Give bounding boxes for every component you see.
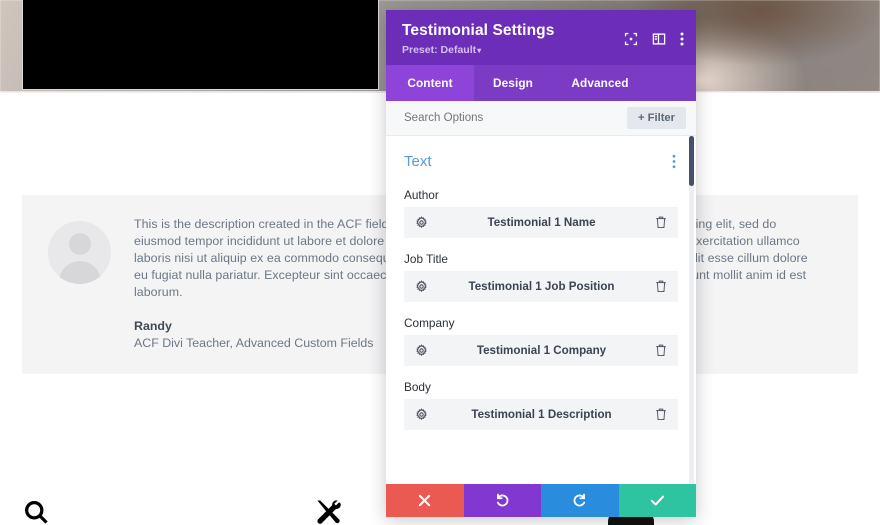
trash-icon[interactable] — [655, 344, 667, 357]
modal-body: Text Author Testimonial 1 Name Job Title… — [386, 136, 696, 484]
avatar — [48, 221, 111, 284]
testimonial-author-role: ACF Divi Teacher, Advanced Custom Fields — [134, 336, 374, 350]
chevron-down-icon: ▾ — [477, 46, 482, 55]
preset-label: Preset: Default — [402, 44, 477, 56]
tab-advanced[interactable]: Advanced — [552, 65, 648, 101]
undo-button[interactable] — [463, 484, 541, 517]
save-button[interactable] — [618, 484, 696, 517]
section-header-text: Text — [404, 136, 678, 174]
scrollbar-thumb[interactable] — [689, 136, 694, 186]
field-row-author[interactable]: Testimonial 1 Name — [404, 207, 678, 238]
search-options-row: + Filter — [386, 101, 696, 136]
trash-icon[interactable] — [655, 280, 667, 293]
testimonial-settings-modal: Testimonial Settings Preset: Default▾ Co… — [386, 10, 696, 517]
section-title: Text — [404, 153, 432, 170]
search-icon[interactable] — [22, 498, 50, 525]
user-placeholder-body-icon — [58, 261, 101, 284]
tab-content[interactable]: Content — [386, 65, 474, 101]
user-placeholder-icon — [68, 233, 91, 255]
field-value-body: Testimonial 1 Description — [471, 408, 612, 421]
field-row-job-title[interactable]: Testimonial 1 Job Position — [404, 271, 678, 302]
search-input[interactable] — [404, 112, 584, 124]
field-value-author: Testimonial 1 Name — [487, 216, 596, 229]
kebab-menu-icon[interactable] — [670, 154, 678, 169]
redo-button[interactable] — [541, 484, 619, 517]
gear-icon[interactable] — [415, 344, 428, 357]
scrollbar-track[interactable] — [689, 136, 694, 484]
tab-design[interactable]: Design — [474, 65, 552, 101]
field-label-author: Author — [404, 188, 439, 202]
modal-header: Testimonial Settings Preset: Default▾ — [386, 10, 696, 65]
tools-wrench-icon[interactable] — [313, 498, 343, 525]
testimonial-author-name: Randy — [134, 319, 172, 333]
screenshot-stage: This is the description created in the A… — [0, 0, 880, 525]
modal-tabs: Content Design Advanced — [386, 65, 696, 101]
field-row-company[interactable]: Testimonial 1 Company — [404, 335, 678, 366]
gear-icon[interactable] — [415, 408, 428, 421]
trash-icon[interactable] — [655, 408, 667, 421]
trash-icon[interactable] — [655, 216, 667, 229]
field-label-job-title: Job Title — [404, 252, 448, 266]
modal-footer — [386, 484, 696, 517]
hero-black-panel — [22, 0, 379, 90]
modal-header-actions — [624, 31, 684, 47]
gear-icon[interactable] — [415, 280, 428, 293]
field-value-job-title: Testimonial 1 Job Position — [468, 280, 615, 293]
field-value-company: Testimonial 1 Company — [476, 344, 607, 357]
cancel-button[interactable] — [386, 484, 464, 517]
fullscreen-icon[interactable] — [624, 32, 638, 46]
layout-view-icon[interactable] — [652, 32, 666, 46]
gear-icon[interactable] — [415, 216, 428, 229]
add-filter-button[interactable]: + Filter — [627, 107, 686, 129]
field-label-body: Body — [404, 380, 431, 394]
kebab-menu-icon[interactable] — [680, 31, 684, 47]
field-label-company: Company — [404, 316, 455, 330]
field-row-body[interactable]: Testimonial 1 Description — [404, 399, 678, 430]
